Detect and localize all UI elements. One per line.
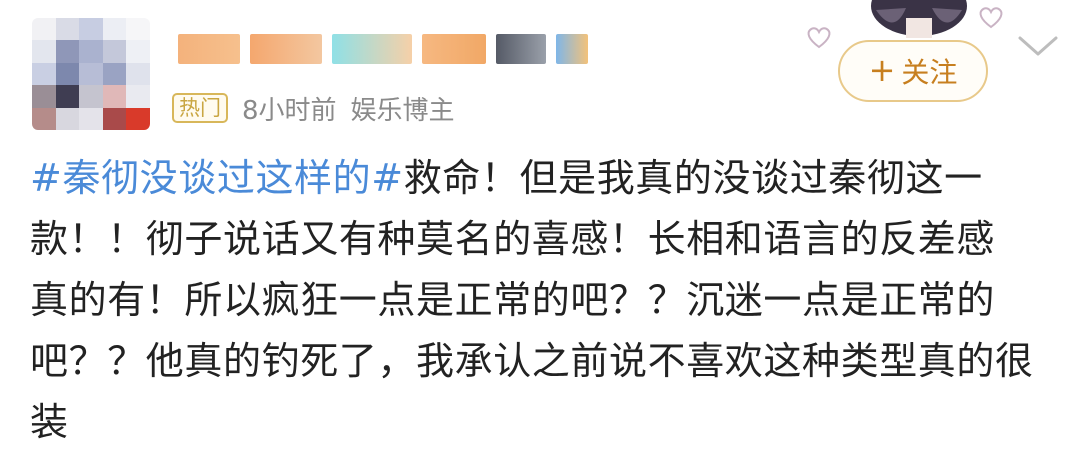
chevron-down-icon[interactable] [1012,30,1064,62]
heart-outline-icon [806,24,832,50]
follow-button[interactable]: + 关注 [838,40,988,102]
hashtag-link[interactable]: #秦彻没谈过这样的# [30,156,404,200]
post-text-segment: 救命！但是我真的没谈过秦彻这一 [403,156,983,200]
post-line: 装 [30,400,69,444]
post-line: #秦彻没谈过这样的#救命！但是我真的没谈过秦彻这一 [30,148,1060,209]
hot-badge: 热门 [172,93,228,123]
post-line: 吧？？他真的钓死了，我承认之前说不喜欢这种类型真的很 [30,339,1034,383]
post-line: 真的有！所以疯狂一点是正常的吧？？沉迷一点是正常的 [30,278,996,322]
follow-label: 关注 [901,56,958,89]
decorative-figure [854,0,984,38]
post-line: 款！！彻子说话又有种莫名的喜感！长相和语言的反差感 [30,217,996,261]
timestamp: 8小时前 [242,95,337,126]
user-category: 娱乐博主 [350,95,455,126]
username-blurred[interactable] [178,30,588,68]
heart-outline-icon [978,4,1004,30]
plus-icon: + [868,51,896,89]
avatar[interactable] [32,18,150,130]
post-meta: 热门 8小时前 娱乐博主 [172,90,455,126]
post-text: #秦彻没谈过这样的#救命！但是我真的没谈过秦彻这一 款！！彻子说话又有种莫名的喜… [30,148,1060,453]
